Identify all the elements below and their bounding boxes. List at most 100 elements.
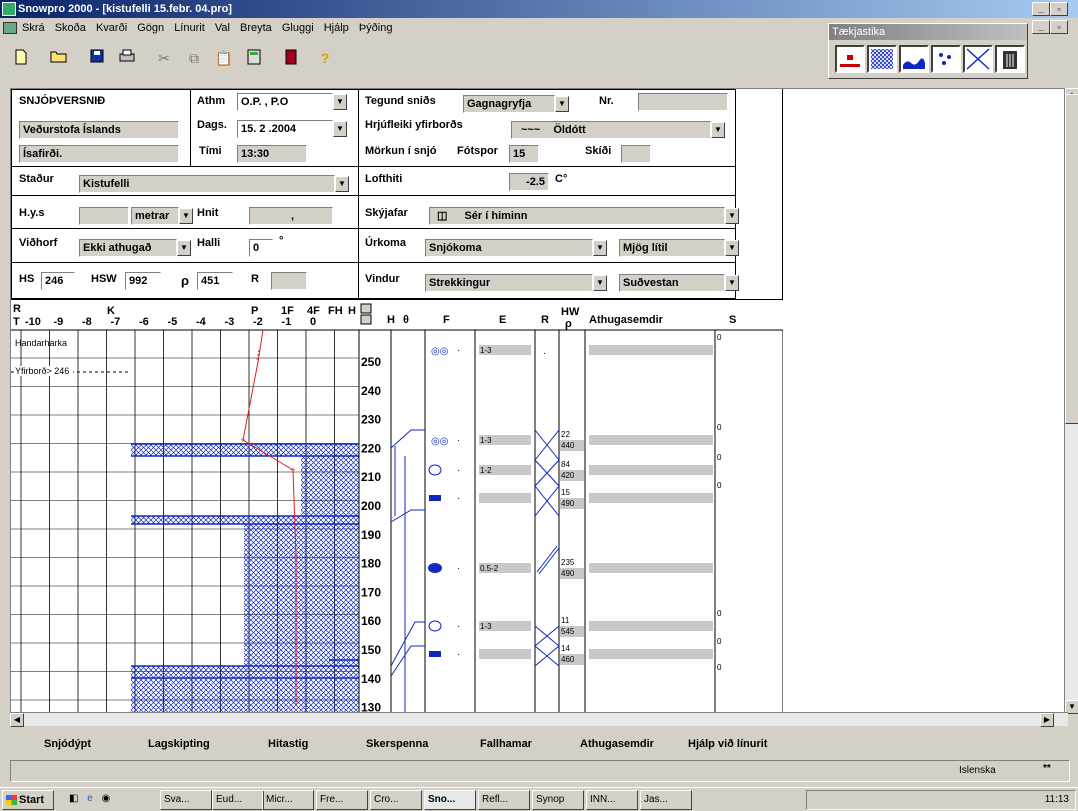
layer-row[interactable]: 0 [717,663,722,672]
menu-edit[interactable]: Breyta [240,22,272,34]
taskbar-item[interactable]: INN... [586,790,638,810]
aspect-dropdown-icon[interactable]: ▼ [177,240,191,256]
taskbar-item[interactable]: Cro... [370,790,422,810]
minimize-icon[interactable]: _ [1032,2,1050,16]
taskbar-item[interactable]: Fre... [316,790,368,810]
taskbar-item[interactable]: Eud... [212,790,264,810]
desktop-icon[interactable]: ◧ [69,793,78,804]
app-icon[interactable] [2,2,16,16]
calculator-icon[interactable] [245,49,263,67]
menu-view[interactable]: Skoða [55,22,86,34]
help-icon[interactable]: ? [316,49,334,67]
copy-icon[interactable]: ⧉ [185,49,203,67]
aspect-select[interactable]: Ekki athugað [79,239,177,257]
comment-field[interactable] [589,649,713,659]
taskbar-item[interactable]: Sno... [424,790,476,810]
comment-field[interactable] [589,621,713,631]
athm-select[interactable]: O.P. , P.O [237,93,333,111]
roughness-select[interactable]: ~~~ Öldótt [511,121,711,139]
open-folder-icon[interactable] [50,49,68,67]
browser-icon[interactable]: e [87,793,93,804]
vertical-scrollbar[interactable]: ▲ ▼ [1064,88,1078,714]
menu-translate[interactable]: Þýðing [359,22,393,34]
r-field[interactable] [271,272,307,290]
sky-select[interactable]: ◫ Sér í himinn [429,207,725,225]
taskbar-item[interactable]: Micr... [262,790,314,810]
mdi-child-icon[interactable] [3,22,17,34]
place-field[interactable]: Ísafirði. [19,145,179,163]
ski-field[interactable] [621,145,651,163]
hs-field[interactable]: 246 [41,272,75,290]
book-icon[interactable] [282,49,300,67]
tab-ram[interactable]: Fallhamar [480,730,532,758]
layer-row[interactable]: · 15 490 0 [429,481,722,509]
new-file-icon[interactable] [12,49,30,67]
grain-dots-icon[interactable] [931,45,961,73]
hsw-field[interactable]: 992 [125,272,161,290]
profile-type-select[interactable]: Gagnagryfja [463,95,555,113]
sky-dropdown-icon[interactable]: ▼ [725,208,739,224]
precip-select[interactable]: Snjókoma [425,239,593,257]
precip-intensity-select[interactable]: Mjög lítil [619,239,725,257]
taskbar-item[interactable]: Jas... [640,790,692,810]
org-field[interactable]: Veðurstofa Íslands [19,121,179,139]
menu-options[interactable]: Val [215,22,230,34]
taskbar-item[interactable]: Refl... [478,790,530,810]
cross-box-icon[interactable] [963,45,993,73]
tab-shear[interactable]: Skerspenna [366,730,428,758]
menu-scale[interactable]: Kvarði [96,22,127,34]
menu-graph[interactable]: Línurit [174,22,205,34]
start-button[interactable]: Start [2,790,54,810]
paste-icon[interactable]: 📋 [215,49,233,67]
child-restore-icon[interactable]: ▫ [1050,20,1068,34]
restore-icon[interactable]: ▫ [1050,2,1068,16]
layer-row[interactable]: · 0.5-2 235 490 [428,558,713,579]
comment-field[interactable] [589,435,713,445]
menu-file[interactable]: Skrá [22,22,45,34]
minus-button[interactable] [360,314,372,325]
media-icon[interactable]: ◉ [102,793,111,804]
taskbar-item[interactable]: Sva... [160,790,212,810]
layer-row[interactable]: · 14 460 0 [429,637,722,665]
tab-comments[interactable]: Athugasemdir [580,730,654,758]
crosshatch-icon[interactable] [867,45,897,73]
cut-icon[interactable]: ✂ [155,49,173,67]
plus-button[interactable] [360,303,372,314]
comment-field[interactable] [589,465,713,475]
trash-icon[interactable] [995,45,1025,73]
location-select[interactable]: Kistufelli [79,175,335,193]
menu-window[interactable]: Gluggi [282,22,314,34]
taskbar-item[interactable]: Synop [532,790,584,810]
time-field[interactable]: 13:30 [237,145,307,163]
tab-graph-help[interactable]: Hjálp við línurit [688,730,767,758]
wind-select[interactable]: Strekkingur [425,274,593,292]
roughness-dropdown-icon[interactable]: ▼ [711,122,725,138]
date-select[interactable]: 15. 2 .2004 [237,120,333,138]
scroll-left-icon[interactable]: ◀ [10,713,24,727]
layer-marker-icon[interactable] [835,45,865,73]
wind-direction-dropdown-icon[interactable]: ▼ [725,275,739,291]
density-field[interactable]: 451 [197,272,233,290]
wind-direction-select[interactable]: Suðvestan [619,274,725,292]
layer-row[interactable]: · 1-2 84 420 0 [428,453,722,481]
elevation-unit-dropdown-icon[interactable]: ▼ [179,208,193,224]
athm-dropdown-icon[interactable]: ▼ [333,94,347,110]
nr-field[interactable] [638,93,728,111]
elevation-field[interactable] [79,207,129,225]
profile-type-dropdown-icon[interactable]: ▼ [555,96,569,112]
location-dropdown-icon[interactable]: ▼ [335,176,349,192]
horizontal-scrollbar[interactable]: ◀ ▶ [10,712,1068,727]
tab-temperature[interactable]: Hitastig [268,730,308,758]
date-dropdown-icon[interactable]: ▼ [333,121,347,137]
footprint-field[interactable]: 15 [509,145,539,163]
precip-dropdown-icon[interactable]: ▼ [593,240,607,256]
comment-field[interactable] [589,493,713,503]
snow-surface-icon[interactable] [899,45,929,73]
precip-intensity-dropdown-icon[interactable]: ▼ [725,240,739,256]
comment-field[interactable] [589,563,713,573]
menu-data[interactable]: Gögn [137,22,164,34]
tab-layering[interactable]: Lagskipting [148,730,210,758]
scroll-right-icon[interactable]: ▶ [1040,713,1054,727]
menu-help[interactable]: Hjálp [324,22,349,34]
profile-graph[interactable]: ++++ R T -10 -9 -8 -7 -6 -5 -4 -3 -2 -1 0 K P 1F 4F H… [11,300,784,729]
